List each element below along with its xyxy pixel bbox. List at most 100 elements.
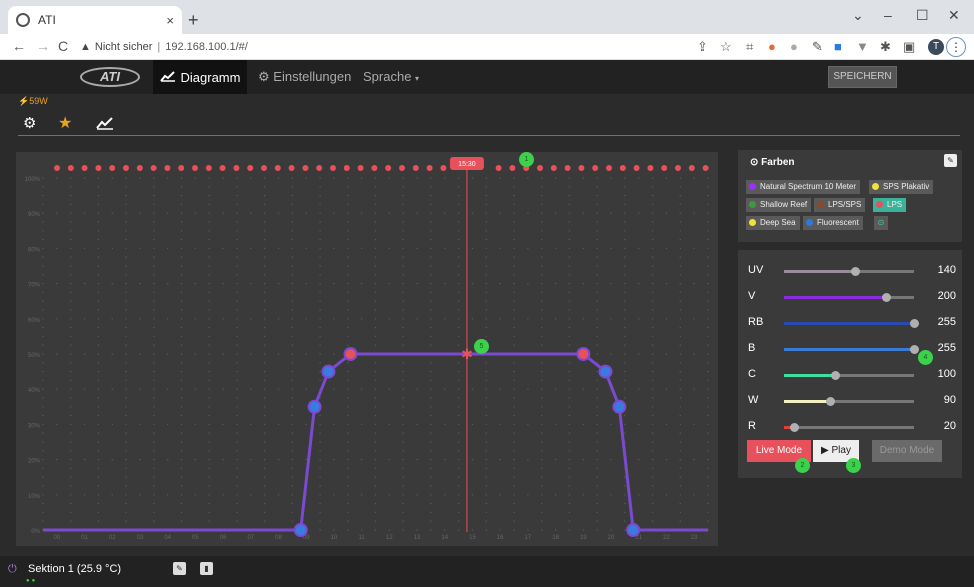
extension-gray-icon[interactable]: ● <box>790 39 798 54</box>
grid-dot <box>42 212 44 214</box>
channel-value-b: 255 <box>937 342 956 354</box>
profile-avatar[interactable]: T <box>928 39 944 55</box>
slider-handle[interactable] <box>881 293 891 302</box>
demo-mode-button[interactable]: Demo Mode <box>872 440 942 462</box>
grid-dot <box>402 177 404 179</box>
slider-handle[interactable] <box>790 423 800 432</box>
reload-button[interactable]: C <box>58 38 68 54</box>
grid-dot <box>568 458 571 461</box>
puzzle-icon[interactable]: ✱ <box>880 39 891 55</box>
sidepanel-icon[interactable]: ▣ <box>903 39 915 55</box>
chart-line-icon[interactable] <box>96 116 114 135</box>
grid-dot <box>42 300 44 302</box>
grid-dot <box>582 212 585 214</box>
edit-section-icon[interactable]: ✎ <box>173 562 186 575</box>
chart-svg[interactable]: 0% 10% 20% 30% 40% 50% 60% 70% 80% 90% 100% 00 01 02 0… <box>16 152 718 546</box>
grid-dot <box>485 212 488 214</box>
grid-dot <box>499 212 501 214</box>
color-chip-deep-sea[interactable]: Deep Sea <box>746 216 800 230</box>
grid-dot <box>596 309 598 311</box>
grid-dot <box>263 362 266 364</box>
grid-dot <box>568 450 571 452</box>
color-chip-fluorescent[interactable]: Fluorescent <box>803 216 863 230</box>
slider-handle[interactable] <box>910 345 919 354</box>
grid-dot <box>125 344 127 346</box>
grid-dot <box>236 476 238 478</box>
grid-dot <box>194 318 197 320</box>
address-bar[interactable]: ▲ Nicht sicher | 192.168.100.1/#/ <box>80 37 690 57</box>
timeline-dot <box>343 165 350 171</box>
minimize-button[interactable]: – <box>884 7 892 23</box>
channel-slider-w[interactable] <box>784 397 914 406</box>
add-color-button[interactable]: ⊙ <box>874 216 888 230</box>
grid-dot <box>430 370 432 373</box>
save-button[interactable]: SPEICHERN <box>828 66 897 88</box>
grid-dot <box>70 194 72 197</box>
channel-slider-c[interactable] <box>784 371 914 380</box>
screenshot-icon[interactable]: ⌗ <box>746 39 753 55</box>
grid-dot <box>250 388 252 390</box>
slider-handle[interactable] <box>830 371 840 380</box>
channel-slider-b[interactable] <box>784 345 919 354</box>
nav-einstellungen[interactable]: ⚙ Einstellungen <box>258 69 351 85</box>
color-chip-lps-sps[interactable]: LPS/SPS <box>814 198 866 212</box>
grid-dot <box>180 467 183 470</box>
grid-dot <box>222 177 224 179</box>
grid-dot <box>347 318 349 320</box>
grid-dot <box>457 529 460 531</box>
channel-slider-v[interactable] <box>784 293 914 302</box>
back-button[interactable]: ← <box>12 38 26 54</box>
lock-icon[interactable]: ▮ <box>200 562 213 575</box>
channel-slider-r[interactable] <box>784 423 914 432</box>
color-chip-shallow-reef[interactable]: Shallow Reef <box>746 198 812 212</box>
slider-handle[interactable] <box>910 319 919 328</box>
close-tab-icon[interactable]: × <box>166 13 174 28</box>
light-schedule-chart[interactable]: 0% 10% 20% 30% 40% 50% 60% 70% 80% 90% 100% 00 01 02 0… <box>16 152 718 546</box>
grid-dot <box>208 494 210 496</box>
power-icon[interactable]: ⏻ <box>8 563 17 576</box>
grid-dot <box>651 230 654 232</box>
browser-tab[interactable]: ATI × <box>8 6 182 34</box>
grid-dot <box>402 274 404 276</box>
color-chip-sps-plakativ[interactable]: SPS Plakativ <box>869 180 934 194</box>
star-icon[interactable]: ☆ <box>720 39 732 55</box>
grid-dot <box>679 256 681 258</box>
color-chip-lps[interactable]: LPS <box>873 198 907 212</box>
grid-dot <box>347 520 349 522</box>
extension-orange-icon[interactable]: ● <box>768 39 776 54</box>
favorite-star-icon[interactable]: ★ <box>58 113 72 133</box>
grid-dot <box>263 282 266 285</box>
extension-v-icon[interactable]: ▼ <box>856 39 869 54</box>
x-tick-label: 17 <box>525 535 532 541</box>
slider-handle[interactable] <box>851 267 861 276</box>
chip-label: SPS Plakativ <box>883 182 930 191</box>
grid-dot <box>305 177 307 179</box>
color-chip-natural-spectrum[interactable]: Natural Spectrum 10 Meter <box>746 180 861 194</box>
nav-diagramm[interactable]: Diagramm <box>153 60 247 94</box>
grid-dot <box>236 353 238 355</box>
grid-dot <box>236 186 238 188</box>
color-dot <box>806 219 813 226</box>
nav-sprache-dropdown[interactable]: Sprache ▾ <box>363 69 419 84</box>
gear-icon[interactable]: ⚙ <box>23 114 36 132</box>
close-window-button[interactable]: ✕ <box>948 7 960 24</box>
share-icon[interactable]: ⇪ <box>697 39 708 55</box>
browser-menu-icon[interactable]: ⋮ <box>946 37 966 57</box>
channel-slider-rb[interactable] <box>784 319 919 328</box>
edit-icon[interactable]: ✎ <box>944 154 957 167</box>
maximize-button[interactable]: ☐ <box>916 7 929 24</box>
slider-handle[interactable] <box>825 397 835 406</box>
grid-dot <box>513 230 515 232</box>
extension-blue-icon[interactable]: ■ <box>834 39 842 54</box>
grid-dot <box>402 318 404 320</box>
new-tab-button[interactable]: + <box>188 10 199 31</box>
extension-pen-icon[interactable]: ✎ <box>812 39 823 55</box>
grid-dot <box>180 300 183 302</box>
grid-dot <box>208 467 210 470</box>
tab-search-icon[interactable]: ⌄ <box>852 7 864 24</box>
timeline-dot <box>288 165 295 171</box>
channel-slider-uv[interactable] <box>784 267 914 276</box>
channel-label-r: R <box>748 420 756 432</box>
forward-button[interactable]: → <box>36 38 50 54</box>
grid-dot <box>42 194 44 197</box>
